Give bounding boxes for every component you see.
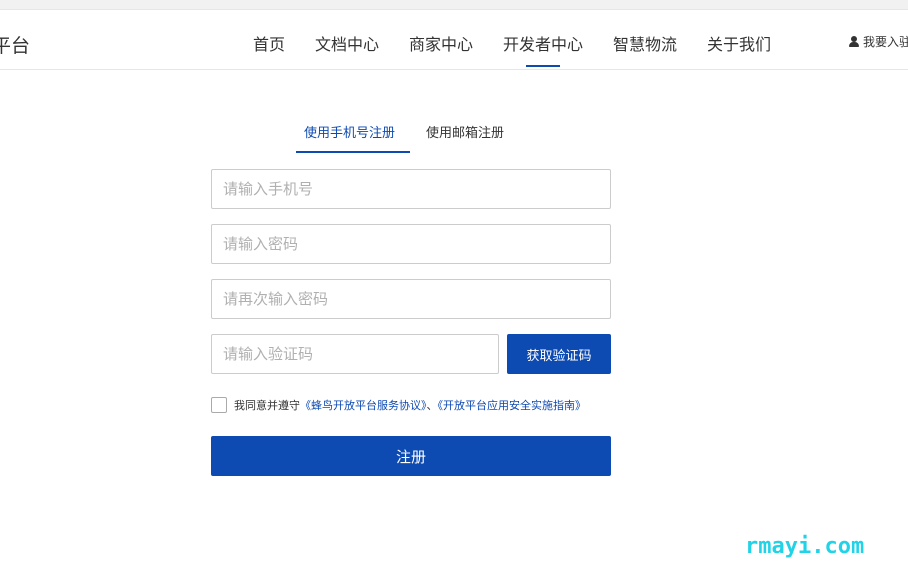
nav-item-docs[interactable]: 文档中心 (315, 31, 379, 55)
password-confirm-input[interactable] (211, 279, 611, 319)
nav-item-logistics[interactable]: 智慧物流 (613, 31, 677, 55)
agree-checkbox[interactable] (211, 397, 227, 413)
nav-item-home[interactable]: 首页 (253, 31, 285, 55)
nav-item-about[interactable]: 关于我们 (707, 31, 771, 55)
security-guide-link[interactable]: 《开放平台应用安全实施指南》 (438, 399, 587, 412)
agreement-prefix: 我同意并遵守 (234, 399, 300, 412)
phone-input[interactable] (211, 169, 611, 209)
agreement-text: 我同意并遵守《蜂鸟开放平台服务协议》、《开放平台应用安全实施指南》 (234, 397, 586, 415)
verification-code-input[interactable] (211, 334, 499, 374)
tab-active-indicator (296, 151, 410, 153)
nav-active-indicator (526, 65, 560, 67)
tab-email-register[interactable]: 使用邮箱注册 (426, 122, 504, 141)
tab-phone-register[interactable]: 使用手机号注册 (304, 122, 395, 141)
agreement-separator: 、 (426, 399, 438, 412)
join-link[interactable]: 我要入驻 (849, 33, 908, 50)
join-label: 我要入驻 (863, 35, 908, 49)
register-tabs: 使用手机号注册 使用邮箱注册 (296, 114, 536, 154)
browser-top-strip (0, 0, 908, 10)
brand-logo-text[interactable]: 平台 (0, 31, 30, 58)
watermark-text: rmayi.com (745, 534, 865, 559)
service-agreement-link[interactable]: 《蜂鸟开放平台服务协议》 (300, 399, 427, 412)
nav-item-developer[interactable]: 开发者中心 (503, 31, 583, 55)
site-header: 平台 首页 文档中心 商家中心 开发者中心 智慧物流 关于我们 我要入驻 (0, 10, 908, 70)
nav-item-merchant[interactable]: 商家中心 (409, 31, 473, 55)
user-icon (849, 36, 859, 47)
register-submit-button[interactable]: 注册 (211, 436, 611, 476)
get-code-button[interactable]: 获取验证码 (507, 334, 611, 374)
password-input[interactable] (211, 224, 611, 264)
